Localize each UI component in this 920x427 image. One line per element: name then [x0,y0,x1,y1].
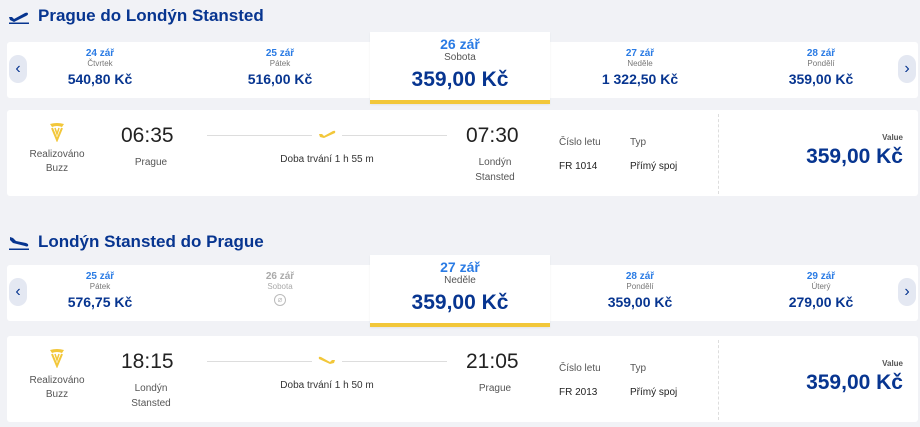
plane-icon [312,353,342,372]
day-date: 24 zář [85,48,115,59]
plane-icon [312,127,342,146]
depart-place-line1: Londýn [134,383,168,394]
day-date: 26 zář [440,36,480,52]
day-weekday: Pátek [89,282,111,291]
divider [718,340,719,420]
day-weekday: Úterý [811,282,831,291]
value-label: Value [882,359,903,368]
no-flight-icon: ⌀ [274,294,286,306]
depart-time: 18:15 [121,350,174,373]
airline-line1: Realizováno [29,375,85,386]
flight-type: Přímý spoj [630,387,678,398]
depart-place: Londýn Stansted [117,381,185,411]
flight-duration: Doba trvání 1 h 50 m [280,380,374,391]
arrive-time: 07:30 [466,124,519,147]
outbound-day-4[interactable]: 27 zář Neděle 1 322,50 Kč [550,42,730,98]
outbound-day-5[interactable]: 28 zář Pondělí 359,00 Kč [731,42,911,98]
chevron-right-icon[interactable]: › [898,55,916,83]
value-price: 359,00 Kč [806,145,903,168]
arrive-place-line2: Stansted [475,172,515,183]
inbound-flight-card[interactable]: Realizováno Buzz 18:15 Londýn Stansted D… [7,336,918,422]
plane-landing-icon [9,237,29,250]
day-date: 28 zář [625,271,655,282]
harp-logo-icon [50,123,64,142]
day-price: 359,00 Kč [411,68,509,91]
outbound-date-strip: ‹ 24 zář Čtvrtek 540,80 Kč 25 zář Pátek … [7,32,918,104]
inbound-day-5[interactable]: 29 zář Úterý 279,00 Kč [731,265,911,321]
outbound-flight-card[interactable]: Realizováno Buzz 06:35 Prague Doba trván… [7,110,918,196]
day-date: 29 zář [806,271,836,282]
day-weekday: Sobota [444,52,476,63]
flight-number-label: Číslo letu [559,363,601,374]
inbound-day-2-disabled: 26 zář Sobota ⌀ [190,265,370,321]
outbound-section-title: Prague do Londýn Stansted [8,6,264,26]
inbound-day-4[interactable]: 28 zář Pondělí 359,00 Kč [550,265,730,321]
airline-line1: Realizováno [29,149,85,160]
airline-line2: Buzz [45,163,69,174]
outbound-day-3-selected[interactable]: 26 zář Sobota 359,00 Kč [370,32,550,104]
day-weekday: Neděle [627,59,653,68]
day-price: 359,00 Kč [411,291,509,314]
depart-time: 06:35 [121,124,174,147]
flight-type-label: Typ [630,137,647,148]
inbound-section-title: Londýn Stansted do Prague [8,232,264,252]
flight-type-label: Typ [630,363,647,374]
flight-duration: Doba trvání 1 h 55 m [280,154,374,165]
outbound-day-2[interactable]: 25 zář Pátek 516,00 Kč [190,42,370,98]
day-price: 576,75 Kč [67,294,133,310]
flight-number-label: Číslo letu [559,137,601,148]
arrive-place-line1: Londýn [478,157,512,168]
plane-takeoff-icon [9,12,29,24]
chevron-right-icon[interactable]: › [898,278,916,306]
depart-place: Prague [134,157,168,168]
day-date: 25 zář [265,48,295,59]
day-price: 1 322,50 Kč [601,71,679,87]
day-date: 26 zář [265,271,295,282]
day-weekday: Sobota [267,282,293,291]
depart-place-line2: Stansted [131,398,171,409]
value-label: Value [882,133,903,142]
day-price: 359,00 Kč [788,71,854,87]
arrive-time: 21:05 [466,350,519,373]
day-weekday: Pondělí [626,282,654,291]
inbound-day-3-selected[interactable]: 27 zář Neděle 359,00 Kč [370,255,550,327]
outbound-day-1[interactable]: 24 zář Čtvrtek 540,80 Kč [10,42,190,98]
airline-info: Realizováno Buzz [27,348,87,402]
flight-type: Přímý spoj [630,161,678,172]
day-price: 279,00 Kč [788,294,854,310]
harp-logo-icon [50,349,64,368]
arrive-place: Londýn Stansted [460,155,530,185]
inbound-date-strip: ‹ 25 zář Pátek 576,75 Kč 26 zář Sobota ⌀… [7,255,918,327]
day-date: 27 zář [625,48,655,59]
divider [718,114,719,194]
value-price: 359,00 Kč [806,371,903,394]
inbound-title: Londýn Stansted do Prague [38,232,264,251]
day-weekday: Pondělí [807,59,835,68]
arrive-place: Prague [478,383,512,394]
day-date: 28 zář [806,48,836,59]
day-weekday: Pátek [269,59,291,68]
day-price: 359,00 Kč [607,294,673,310]
day-weekday: Neděle [444,275,476,286]
flight-number: FR 2013 [559,387,598,398]
airline-info: Realizováno Buzz [27,122,87,176]
day-date: 27 zář [440,259,480,275]
airline-line2: Buzz [45,389,69,400]
day-weekday: Čtvrtek [87,59,113,68]
outbound-title: Prague do Londýn Stansted [38,6,264,25]
inbound-day-1[interactable]: 25 zář Pátek 576,75 Kč [10,265,190,321]
day-price: 540,80 Kč [67,71,133,87]
day-date: 25 zář [85,271,115,282]
flight-number: FR 1014 [559,161,598,172]
day-price: 516,00 Kč [247,71,313,87]
